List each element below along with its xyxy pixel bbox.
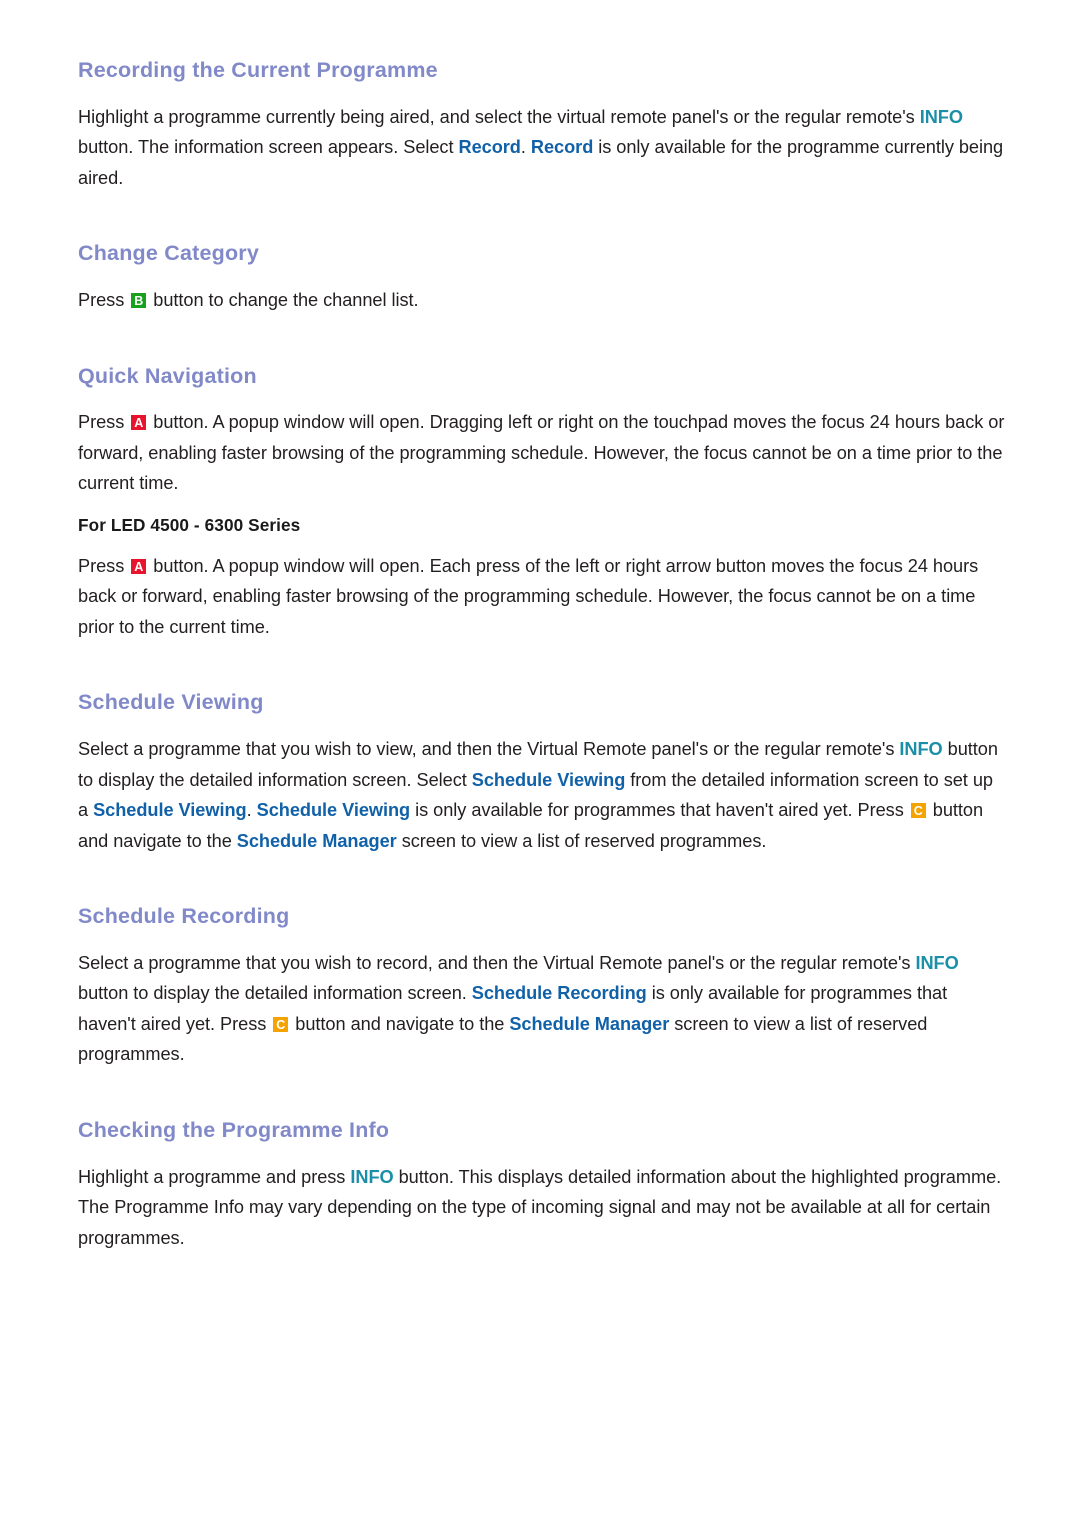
sub-heading-led-series: For LED 4500 - 6300 Series bbox=[78, 514, 301, 535]
section-heading: Schedule Viewing bbox=[78, 690, 264, 715]
section-paragraph: Select a programme that you wish to reco… bbox=[78, 952, 959, 1065]
keyword-info: INFO bbox=[919, 106, 963, 127]
section-paragraph: Select a programme that you wish to view… bbox=[78, 739, 998, 851]
remote-key-c-icon: C bbox=[909, 802, 927, 820]
remote-key-a-icon: A bbox=[130, 414, 148, 432]
section-change-category: Change Category Press B button to change… bbox=[78, 241, 1006, 315]
section-paragraph: Highlight a programme currently being ai… bbox=[78, 106, 1004, 188]
keyword-menu-reference: Schedule Manager bbox=[236, 830, 397, 851]
section-heading: Checking the Programme Info bbox=[78, 1117, 390, 1142]
keyword-menu-reference: Schedule Manager bbox=[509, 1013, 670, 1034]
document-body: Recording the Current Programme Highligh… bbox=[78, 58, 1006, 1253]
section-recording-the-current-programme: Recording the Current Programme Highligh… bbox=[78, 58, 1006, 193]
section-paragraph: Press A button. A popup window will open… bbox=[78, 412, 1005, 494]
section-paragraph: Highlight a programme and press INFO but… bbox=[78, 1166, 1002, 1248]
keyword-menu-reference: Record bbox=[530, 137, 594, 158]
sub-section-paragraph: Press A button. A popup window will open… bbox=[78, 555, 979, 637]
keyword-menu-reference: Schedule Recording bbox=[471, 983, 647, 1004]
section-heading: Quick Navigation bbox=[78, 363, 257, 388]
section-checking-the-programme-info: Checking the Programme Info Highlight a … bbox=[78, 1118, 1006, 1253]
section-paragraph: Press B button to change the channel lis… bbox=[78, 290, 419, 311]
keyword-menu-reference: Schedule Viewing bbox=[471, 769, 626, 790]
keyword-info: INFO bbox=[915, 952, 959, 973]
keyword-menu-reference: Record bbox=[458, 137, 521, 158]
keyword-info: INFO bbox=[899, 739, 943, 760]
remote-key-c-icon: C bbox=[272, 1015, 290, 1033]
section-heading: Schedule Recording bbox=[78, 904, 290, 929]
section-schedule-viewing: Schedule Viewing Select a programme that… bbox=[78, 690, 1006, 856]
remote-key-b-icon: B bbox=[130, 292, 148, 310]
remote-key-a-icon: A bbox=[130, 557, 148, 575]
keyword-info: INFO bbox=[350, 1166, 394, 1187]
section-quick-navigation: Quick Navigation Press A button. A popup… bbox=[78, 364, 1006, 643]
section-schedule-recording: Schedule Recording Select a programme th… bbox=[78, 904, 1006, 1070]
keyword-menu-reference: Schedule Viewing bbox=[93, 800, 247, 821]
section-heading: Change Category bbox=[78, 241, 260, 266]
section-heading: Recording the Current Programme bbox=[78, 58, 438, 82]
keyword-menu-reference: Schedule Viewing bbox=[256, 800, 411, 821]
